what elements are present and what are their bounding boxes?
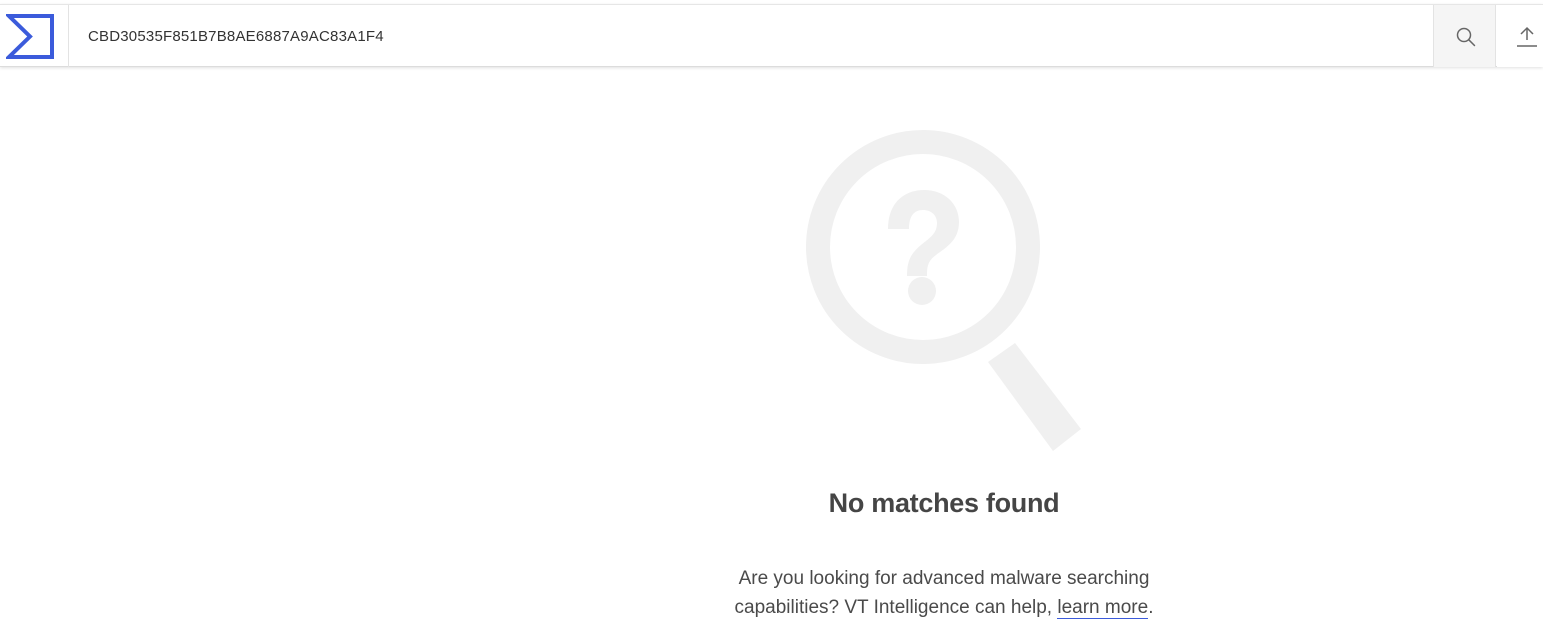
- upload-button[interactable]: [1497, 5, 1543, 67]
- top-bar: [0, 4, 1543, 67]
- virustotal-sigma-logo-icon: [6, 14, 54, 59]
- logo-link[interactable]: [0, 5, 69, 67]
- no-matches-description: Are you looking for advanced malware sea…: [720, 564, 1168, 622]
- no-results-illustration: [800, 124, 1090, 464]
- search-input[interactable]: [70, 5, 1432, 67]
- learn-more-link[interactable]: learn more: [1057, 597, 1149, 619]
- no-matches-title: No matches found: [828, 488, 1060, 518]
- search-icon: [1456, 27, 1476, 47]
- search-button[interactable]: [1433, 5, 1496, 67]
- upload-icon: [1517, 26, 1537, 47]
- magnifier-question-icon: [806, 130, 1081, 451]
- description-period: .: [1148, 597, 1154, 618]
